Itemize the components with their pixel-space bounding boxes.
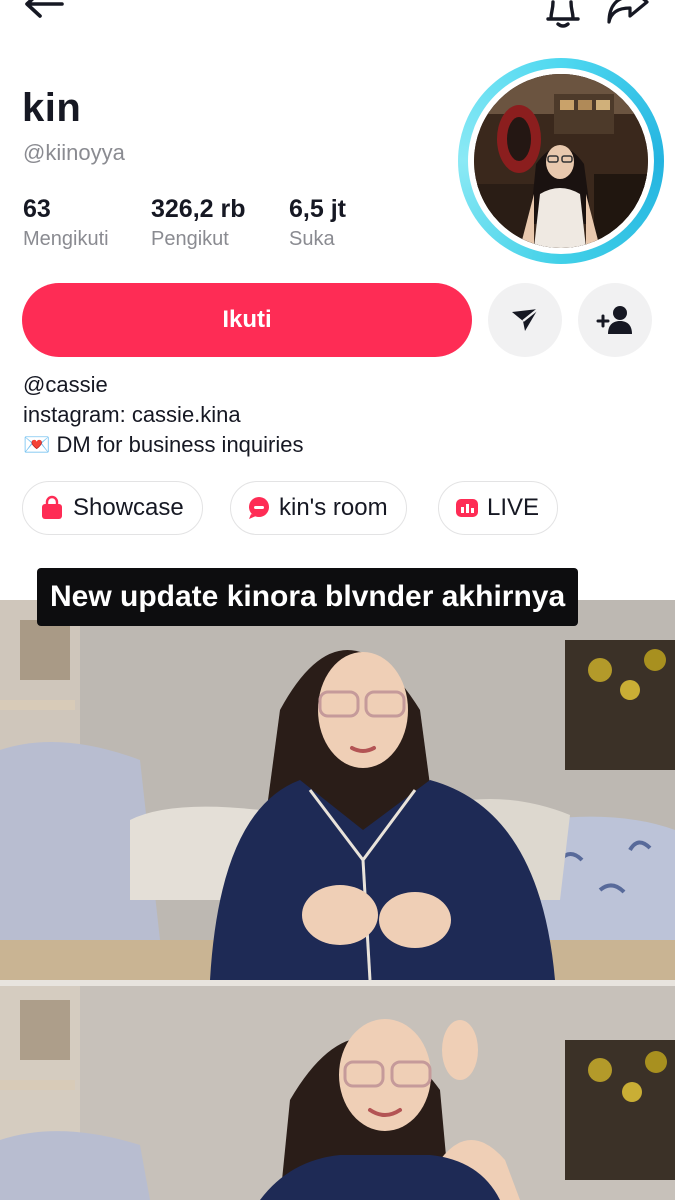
stat-following-value: 63 <box>23 195 51 223</box>
stat-likes-label: Suka <box>289 228 335 250</box>
video-caption: New update kinora blvnder akhirnya <box>37 568 579 626</box>
avatar[interactable] <box>458 58 664 264</box>
bio-line-business: 💌 DM for business inquiries <box>23 432 304 457</box>
chip-live-label: LIVE <box>487 494 540 521</box>
share-icon[interactable] <box>603 0 651 30</box>
display-name: kin <box>22 86 82 130</box>
stat-likes[interactable]: 6,5 jt Suka <box>289 195 346 251</box>
chip-room[interactable]: kin's room <box>230 481 407 535</box>
send-icon <box>512 308 539 331</box>
bell-icon[interactable] <box>543 0 583 30</box>
suggest-accounts-button[interactable] <box>578 283 652 357</box>
chip-room-label: kin's room <box>279 494 388 521</box>
follow-button[interactable]: Ikuti <box>22 283 472 357</box>
avatar-photo <box>474 74 648 248</box>
message-button[interactable] <box>488 283 562 357</box>
shopping-bag-icon <box>42 495 62 519</box>
chat-bubble-icon <box>249 497 269 519</box>
chip-showcase-label: Showcase <box>73 494 184 521</box>
username: @kiinoyya <box>23 140 125 165</box>
chip-showcase[interactable]: Showcase <box>22 481 203 535</box>
stat-followers-value: 326,2 rb <box>151 195 246 223</box>
stat-following-label: Mengikuti <box>23 228 109 250</box>
top-bar <box>0 0 675 34</box>
back-arrow-icon[interactable] <box>22 0 66 30</box>
live-icon <box>456 499 478 517</box>
bio-line-mention[interactable]: @cassie <box>23 372 108 398</box>
chip-live[interactable]: LIVE <box>438 481 559 535</box>
video-frame-illustration <box>0 600 675 1200</box>
avatar-frame <box>468 68 654 254</box>
stat-following[interactable]: 63 Mengikuti <box>23 195 109 251</box>
pinned-video-thumbnail[interactable] <box>0 600 675 1200</box>
stat-likes-value: 6,5 jt <box>289 195 346 223</box>
add-user-icon <box>596 306 632 334</box>
stat-followers-label: Pengikut <box>151 228 229 250</box>
stat-followers[interactable]: 326,2 rb Pengikut <box>151 195 246 251</box>
bio-line-instagram: instagram: cassie.kina <box>23 402 241 427</box>
avatar-illustration <box>474 74 648 248</box>
